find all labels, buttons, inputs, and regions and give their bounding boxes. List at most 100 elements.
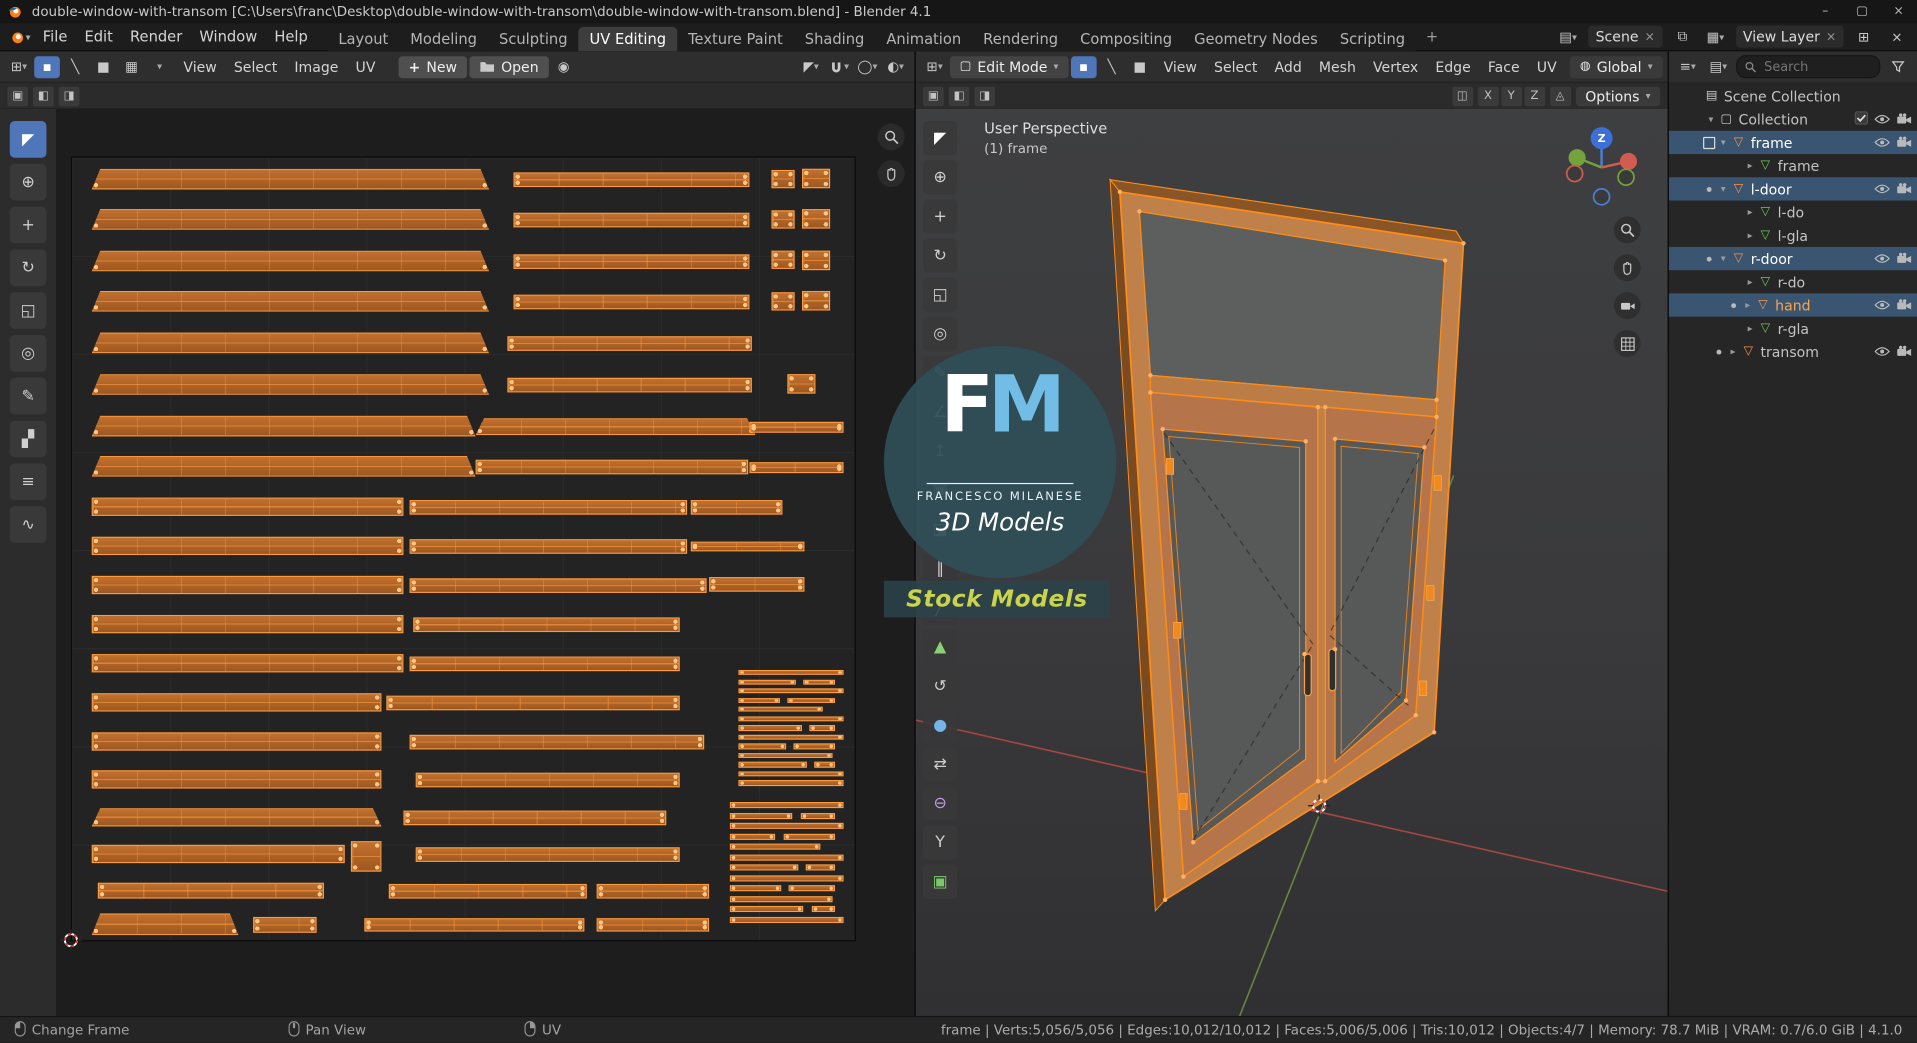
tool-poly-build[interactable]: ▲ — [923, 629, 958, 664]
uv-island[interactable] — [91, 693, 382, 712]
uv-island[interactable] — [771, 292, 795, 311]
uv-island[interactable] — [729, 802, 844, 809]
render-camera-icon[interactable] — [1896, 250, 1912, 267]
uv-island[interactable] — [91, 844, 345, 864]
snap-magnet-icon[interactable]: ▾ — [1665, 56, 1668, 78]
uv-island[interactable] — [787, 697, 836, 703]
uv-island[interactable] — [738, 780, 844, 786]
tool-edge-slide[interactable]: ⇄ — [923, 746, 958, 782]
menu-help[interactable]: Help — [266, 26, 317, 48]
uv-island[interactable] — [729, 812, 793, 819]
uv-island[interactable] — [738, 706, 823, 713]
uv-select-island-button[interactable]: ▦ — [119, 56, 145, 78]
vp-menu-face[interactable]: Face — [1479, 56, 1528, 78]
uv-island[interactable] — [709, 577, 805, 592]
visibility-eye-icon[interactable] — [1874, 111, 1890, 128]
uv-pan-hand-icon[interactable] — [877, 160, 905, 188]
uv-snap-icon[interactable]: ▾ — [826, 56, 852, 78]
uv-island[interactable] — [802, 290, 831, 311]
tool-scale[interactable]: ◱ — [9, 292, 47, 329]
gizmo-x-axis[interactable] — [1619, 152, 1638, 170]
outliner-row-scene-collection[interactable]: ▤ Scene Collection — [1669, 84, 1917, 107]
uv-island[interactable] — [802, 209, 831, 229]
vp-menu-uv[interactable]: UV — [1528, 56, 1565, 78]
outliner-row-frame[interactable]: ▸ ▽ frame — [1669, 154, 1917, 177]
uv-island[interactable] — [475, 459, 749, 475]
scene-unlink-icon[interactable]: × — [1645, 30, 1655, 43]
visibility-eye-icon[interactable] — [1874, 250, 1890, 267]
app-menu-icon[interactable]: ▾ — [7, 26, 33, 48]
mirror-axis-z[interactable]: Z — [1524, 86, 1545, 106]
uv-island[interactable] — [596, 918, 710, 932]
uv-island[interactable] — [729, 885, 782, 892]
uv-menu-select[interactable]: Select — [225, 56, 285, 78]
collection-checkbox-icon[interactable] — [1854, 110, 1869, 128]
uv-island[interactable] — [596, 883, 710, 899]
menu-window[interactable]: Window — [191, 26, 266, 48]
vp-menu-add[interactable]: Add — [1266, 56, 1310, 78]
uv-island[interactable] — [789, 885, 835, 892]
tool-smooth[interactable]: ● — [923, 707, 958, 743]
uv-island[interactable] — [386, 695, 680, 711]
uv-island[interactable] — [409, 578, 707, 593]
outliner-row-r-gla[interactable]: ▸ ▽ r-gla — [1669, 317, 1917, 340]
menu-render[interactable]: Render — [121, 26, 190, 48]
uv-island[interactable] — [409, 734, 705, 750]
uv-island[interactable] — [91, 536, 404, 556]
uv-island[interactable] — [771, 169, 795, 189]
uv-island[interactable] — [738, 716, 844, 722]
open-image-button[interactable]: Open — [469, 55, 549, 78]
tab-scripting[interactable]: Scripting — [1328, 26, 1417, 51]
uv-island[interactable] — [476, 418, 756, 435]
uv-island[interactable] — [91, 654, 404, 673]
uv-island[interactable] — [787, 374, 816, 394]
pin-icon[interactable]: ◉ — [551, 56, 577, 78]
visibility-eye-icon[interactable] — [1874, 180, 1890, 197]
tab-compositing[interactable]: Compositing — [1069, 26, 1184, 51]
scene-browse-icon[interactable]: ▤ ▾ — [1555, 26, 1581, 48]
uv-island[interactable] — [409, 539, 688, 554]
uv-island[interactable] — [97, 882, 324, 899]
transform-orientation-dropdown[interactable]: ◍ Global ▾ — [1570, 55, 1663, 78]
uv-select-mode-extend-icon[interactable]: ◧ — [33, 86, 54, 106]
uv-island[interactable] — [92, 291, 489, 312]
uv-island[interactable] — [800, 812, 835, 819]
new-scene-icon[interactable]: ⧉ — [1670, 26, 1696, 48]
uv-island[interactable] — [771, 210, 795, 229]
uv-island[interactable] — [802, 250, 831, 271]
uv-island[interactable] — [729, 833, 776, 840]
outliner-row-l-door[interactable]: ▾ ▽ l-door — [1668, 177, 1917, 201]
uv-select-mode-new-icon[interactable]: ▣ — [7, 86, 29, 106]
tool-annotate[interactable]: ✎ — [9, 377, 47, 415]
outliner-row-hand[interactable]: ▸ ▽ hand — [1668, 293, 1917, 317]
uv-island[interactable] — [729, 853, 844, 861]
uv-island[interactable] — [388, 883, 587, 899]
disclosure-icon[interactable]: ▸ — [1741, 300, 1754, 311]
uv-island[interactable] — [92, 209, 489, 230]
search-input[interactable] — [1761, 58, 1853, 76]
uv-island[interactable] — [91, 732, 382, 751]
outliner-row-r-door[interactable]: ▾ ▽ r-door — [1668, 246, 1917, 271]
gizmo-y-axis[interactable] — [1568, 149, 1586, 167]
tool-tweak[interactable]: ◤ — [9, 121, 47, 158]
uv-editor-type-icon[interactable]: ⊞ ▾ — [6, 56, 32, 78]
vp-select-mode-subtract-icon[interactable]: ◨ — [974, 86, 996, 106]
scene-selector[interactable]: Scene × — [1588, 25, 1663, 48]
viewport-camera-icon[interactable] — [1613, 292, 1641, 320]
disclosure-icon[interactable]: ▾ — [1704, 114, 1717, 125]
tool-move[interactable]: + — [9, 206, 47, 244]
uv-island[interactable] — [738, 743, 786, 749]
uv-island[interactable] — [409, 656, 680, 672]
uv-canvas[interactable]: ◤ ⊕ + ↻ ◱ ◎ ✎ ▞ ≡ ∿ — [0, 108, 915, 1016]
vp-select-mode-new-icon[interactable]: ▣ — [923, 86, 944, 106]
uv-island[interactable] — [738, 771, 844, 777]
uv-island[interactable] — [729, 874, 844, 882]
uv-island[interactable] — [507, 336, 752, 351]
uv-island[interactable] — [409, 500, 688, 515]
outliner-search[interactable] — [1736, 55, 1881, 79]
outliner-row-transom[interactable]: ▸ ▽ transom — [1669, 340, 1917, 363]
uv-island[interactable] — [749, 462, 844, 474]
window-model[interactable] — [1108, 178, 1466, 913]
uv-island[interactable] — [749, 421, 844, 433]
vp-select-mode-extend-icon[interactable]: ◧ — [948, 86, 970, 106]
